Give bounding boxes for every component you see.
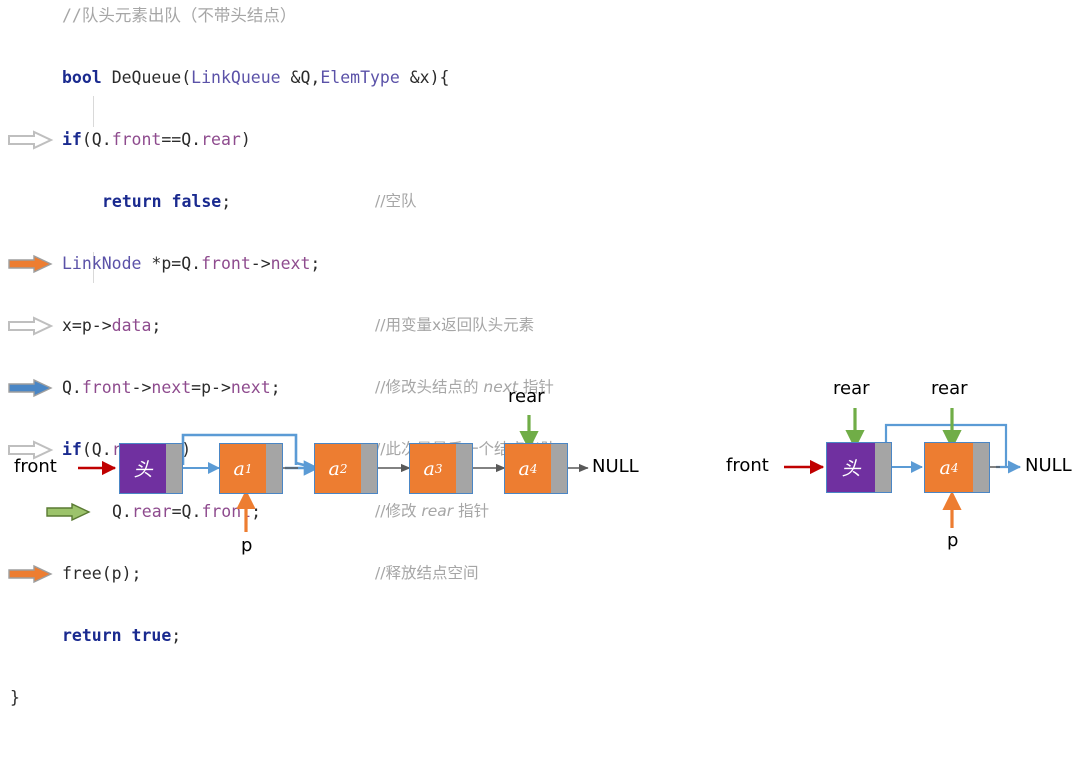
- null-label: NULL: [1025, 455, 1072, 476]
- null-label: NULL: [592, 456, 639, 477]
- front-label: front: [726, 455, 769, 476]
- token: (Q.: [81, 130, 112, 149]
- head-node: 头: [119, 443, 183, 494]
- head-node-label: 头: [120, 444, 166, 493]
- rear-label-old: rear: [931, 378, 968, 399]
- node-a2-pointer-field: [361, 444, 377, 493]
- token: bool: [62, 68, 102, 87]
- head-node-pointer-field: [875, 443, 891, 492]
- head-node-label: 头: [827, 443, 875, 492]
- front-label: front: [14, 456, 57, 477]
- token: (: [181, 68, 192, 87]
- code-line: }: [0, 682, 700, 713]
- node-a3-letter: a: [423, 457, 435, 480]
- node-a3-sub: 3: [434, 461, 443, 476]
- node-a4-label: a4: [505, 444, 551, 493]
- hollow-gray-arrow-icon: [0, 310, 56, 341]
- solid-orange-arrow-icon: [0, 248, 56, 279]
- token: LinkNode: [62, 254, 142, 273]
- linked-queue-diagram-before: front rear p NULL 头 a1 a2 a3 a4: [0, 375, 680, 556]
- code-tokens: return true;: [62, 620, 181, 651]
- code-listing: //队头元素出队（不带头结点） bool DeQueue(LinkQueue &…: [0, 0, 700, 707]
- code-tokens: bool DeQueue(LinkQueue &Q,ElemType &x){: [62, 62, 449, 93]
- p-label: p: [241, 535, 253, 556]
- token: ;: [171, 626, 182, 645]
- token: front: [111, 130, 162, 149]
- code-tokens: if(Q.front==Q.rear): [62, 124, 251, 155]
- token: ;: [221, 192, 232, 211]
- code-comment: //用变量x返回队头元素: [375, 316, 535, 334]
- code-comment: //空队: [375, 192, 417, 210]
- code-tokens: LinkNode *p=Q.front->next;: [62, 248, 320, 279]
- token: LinkQueue: [191, 68, 281, 87]
- token: free(p);: [62, 564, 142, 583]
- node-a4-sub: 4: [950, 460, 959, 475]
- code-line: return true;: [0, 620, 700, 651]
- code-line: LinkNode *p=Q.front->next;: [0, 248, 700, 279]
- rear-label: rear: [508, 386, 545, 407]
- token: ): [240, 130, 251, 149]
- indent-guide: [93, 96, 94, 127]
- node-a1-pointer-field: [266, 444, 282, 493]
- token: ==Q.: [161, 130, 202, 149]
- token: return false: [102, 192, 222, 211]
- code-line: if(Q.front==Q.rear): [0, 124, 700, 155]
- token: ;: [151, 316, 162, 335]
- code-line: x=p->data; //用变量x返回队头元素: [0, 310, 700, 341]
- node-a3-pointer-field: [456, 444, 472, 493]
- code-tokens: return false;: [102, 186, 231, 217]
- node-a4-pointer-field: [551, 444, 567, 493]
- node-a3: a3: [409, 443, 473, 494]
- token: data: [111, 316, 152, 335]
- node-a1: a1: [219, 443, 283, 494]
- code-tokens: x=p->data;: [62, 310, 161, 341]
- token: rear: [201, 130, 241, 149]
- code-line: free(p); //释放结点空间: [0, 558, 700, 589]
- linked-queue-diagram-after: front rear rear p NULL 头 a4: [700, 370, 1082, 551]
- code-line: //队头元素出队（不带头结点）: [0, 0, 700, 31]
- node-a2-label: a2: [315, 444, 361, 493]
- token: front: [201, 254, 251, 273]
- token: if: [62, 130, 82, 149]
- node-a2-letter: a: [328, 457, 340, 480]
- token: }: [10, 688, 20, 707]
- node-a1-letter: a: [233, 457, 245, 480]
- head-node: 头: [826, 442, 892, 493]
- node-a2: a2: [314, 443, 378, 494]
- node-a4-letter: a: [518, 457, 530, 480]
- code-tokens: }: [10, 682, 20, 713]
- solid-orange-arrow-icon: [0, 558, 56, 589]
- node-a4-letter: a: [939, 456, 951, 479]
- node-a4-sub: 4: [529, 461, 538, 476]
- node-a4-pointer-field: [973, 443, 989, 492]
- token: ->: [250, 254, 271, 273]
- rear-label-new: rear: [833, 378, 870, 399]
- code-tokens: free(p);: [62, 558, 141, 589]
- node-a4: a4: [924, 442, 990, 493]
- token: ElemType: [320, 68, 400, 87]
- token: x=p->: [62, 316, 112, 335]
- node-a3-label: a3: [410, 444, 456, 493]
- head-node-pointer-field: [166, 444, 182, 493]
- token: next: [270, 254, 311, 273]
- node-a4: a4: [504, 443, 568, 494]
- node-a1-sub: 1: [244, 461, 253, 476]
- hollow-gray-arrow-icon: [0, 124, 56, 155]
- code-line: return false; //空队: [0, 186, 700, 217]
- token: &x){: [399, 68, 450, 87]
- code-comment: //释放结点空间: [375, 564, 479, 582]
- p-label: p: [947, 530, 959, 551]
- token: return true: [62, 626, 172, 645]
- token: ;: [310, 254, 321, 273]
- node-a2-sub: 2: [339, 461, 348, 476]
- node-a1-label: a1: [220, 444, 266, 493]
- token: DeQueue: [111, 68, 182, 87]
- code-comment: //队头元素出队（不带头结点）: [62, 6, 297, 25]
- token: *p=Q.: [141, 254, 202, 273]
- code-line: bool DeQueue(LinkQueue &Q,ElemType &x){: [0, 62, 700, 93]
- token: &Q,: [280, 68, 321, 87]
- node-a4-label: a4: [925, 443, 973, 492]
